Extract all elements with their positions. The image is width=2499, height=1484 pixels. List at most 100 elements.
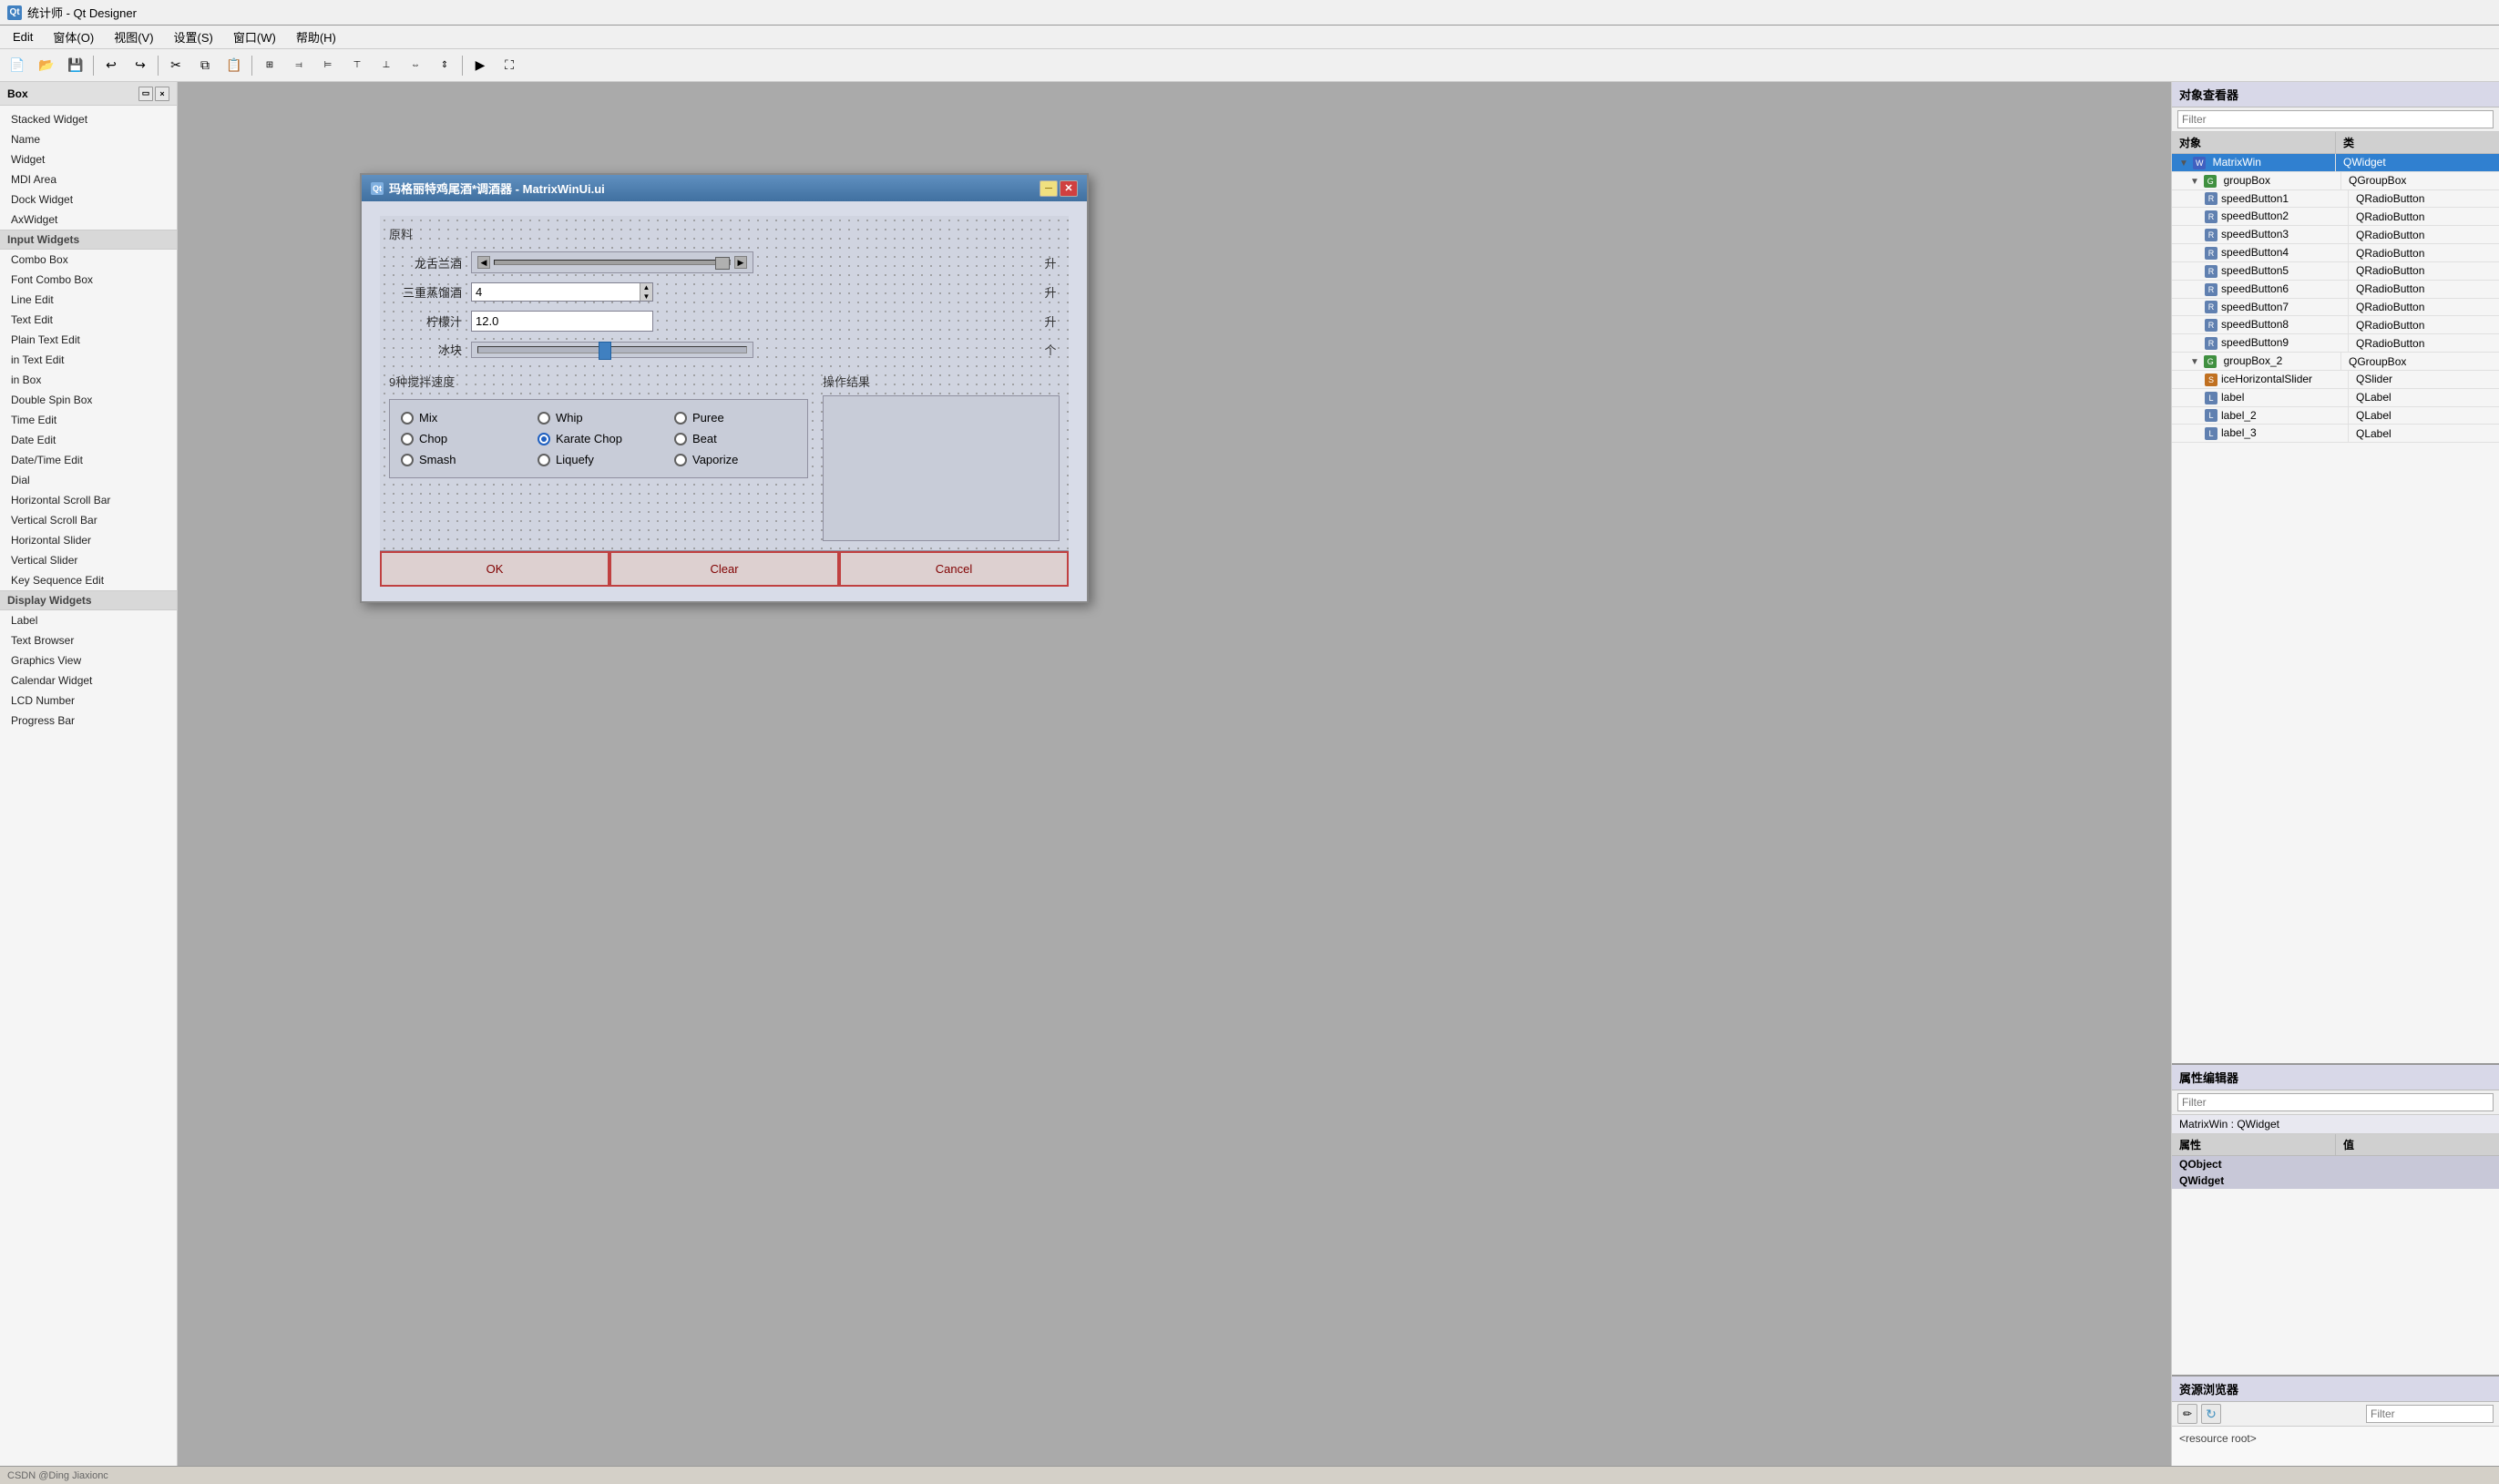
widget-text-browser[interactable]: Text Browser	[0, 630, 177, 650]
inspector-row-sb7[interactable]: RspeedButton7 QRadioButton	[2172, 299, 2499, 317]
inspector-row-sb1[interactable]: RspeedButton1 QRadioButton	[2172, 190, 2499, 209]
widget-name[interactable]: Name	[0, 129, 177, 149]
widget-double-spin[interactable]: Double Spin Box	[0, 390, 177, 410]
widget-date-edit[interactable]: Date Edit	[0, 430, 177, 450]
inspector-row-label3[interactable]: Llabel_3 QLabel	[2172, 425, 2499, 443]
inspector-row-sb6[interactable]: RspeedButton6 QRadioButton	[2172, 281, 2499, 299]
widget-mdi-area[interactable]: MDI Area	[0, 169, 177, 189]
radio-whip[interactable]: Whip	[538, 411, 660, 425]
widget-hslider[interactable]: Horizontal Slider	[0, 530, 177, 550]
ok-button[interactable]: OK	[380, 551, 609, 587]
resource-refresh-btn[interactable]: ↻	[2201, 1404, 2221, 1424]
widget-keyseq[interactable]: Key Sequence Edit	[0, 570, 177, 590]
toolbar-copy-btn[interactable]: ⧉	[191, 53, 219, 78]
inspector-row-matrixwin[interactable]: ▼ W MatrixWin QWidget	[2172, 154, 2499, 172]
radio-vaporize[interactable]: Vaporize	[674, 453, 796, 466]
widget-time-edit[interactable]: Time Edit	[0, 410, 177, 430]
toolbar-preview-btn[interactable]: ▶	[466, 53, 494, 78]
toolbar-dist-h-btn[interactable]: ⇔	[402, 53, 429, 78]
menu-window[interactable]: 窗口(W)	[224, 26, 285, 48]
toolbar-fullscreen-btn[interactable]: ⛶	[496, 53, 523, 78]
slider-left-arrow-1[interactable]: ◀	[477, 256, 490, 269]
toolbar-redo-btn[interactable]: ↪	[127, 53, 154, 78]
widget-progress[interactable]: Progress Bar	[0, 711, 177, 731]
slider-thumb-1[interactable]	[715, 257, 730, 270]
widget-stacked[interactable]: Stacked Widget	[0, 109, 177, 129]
slider-right-arrow-1[interactable]: ▶	[734, 256, 747, 269]
widget-label[interactable]: Label	[0, 610, 177, 630]
menu-settings[interactable]: 设置(S)	[165, 26, 222, 48]
widget-lcd[interactable]: LCD Number	[0, 691, 177, 711]
spinbox-input-2[interactable]: 4	[472, 283, 640, 301]
widget-ax[interactable]: AxWidget	[0, 210, 177, 230]
menu-view[interactable]: 视图(V)	[105, 26, 162, 48]
widget-dock[interactable]: Dock Widget	[0, 189, 177, 210]
widget-combo[interactable]: Combo Box	[0, 250, 177, 270]
widget-in-text-edit[interactable]: in Text Edit	[0, 350, 177, 370]
inspector-row-sb5[interactable]: RspeedButton5 QRadioButton	[2172, 262, 2499, 281]
resource-edit-btn[interactable]: ✏	[2177, 1404, 2197, 1424]
toolbar-align-left-btn[interactable]: ⫤	[285, 53, 312, 78]
widget-vscrollbar[interactable]: Vertical Scroll Bar	[0, 510, 177, 530]
toolbar-undo-btn[interactable]: ↩	[97, 53, 125, 78]
inspector-row-label[interactable]: Llabel QLabel	[2172, 389, 2499, 407]
radio-smash[interactable]: Smash	[401, 453, 523, 466]
widget-widget[interactable]: Widget	[0, 149, 177, 169]
radio-mix[interactable]: Mix	[401, 411, 523, 425]
widget-text-edit[interactable]: Text Edit	[0, 310, 177, 330]
ingredient-slider-1[interactable]: ◀ ▶	[471, 251, 753, 273]
ice-slider[interactable]	[471, 342, 753, 358]
widget-vslider[interactable]: Vertical Slider	[0, 550, 177, 570]
widget-datetime-edit[interactable]: Date/Time Edit	[0, 450, 177, 470]
toolbar-align-top-btn[interactable]: ⊤	[343, 53, 371, 78]
widget-in-box[interactable]: in Box	[0, 370, 177, 390]
spinbox-up-2[interactable]: ▲	[640, 283, 652, 292]
ice-track[interactable]	[477, 346, 747, 353]
toolbar-grid-btn[interactable]: ⊞	[256, 53, 283, 78]
radio-chop[interactable]: Chop	[401, 432, 523, 445]
inspector-row-sb2[interactable]: RspeedButton2 QRadioButton	[2172, 208, 2499, 226]
inspector-row-sb4[interactable]: RspeedButton4 QRadioButton	[2172, 244, 2499, 262]
inspector-filter-input[interactable]	[2177, 110, 2494, 128]
widget-calendar[interactable]: Calendar Widget	[0, 670, 177, 691]
toolbar-align-bottom-btn[interactable]: ⊥	[373, 53, 400, 78]
toolbar-align-right-btn[interactable]: ⊨	[314, 53, 342, 78]
inspector-row-groupbox[interactable]: ▼ G groupBox QGroupBox	[2172, 172, 2499, 190]
inspector-row-sb9[interactable]: RspeedButton9 QRadioButton	[2172, 334, 2499, 353]
radio-puree[interactable]: Puree	[674, 411, 796, 425]
radio-liquefy[interactable]: Liquefy	[538, 453, 660, 466]
toolbar-open-btn[interactable]: 📂	[33, 53, 60, 78]
menu-form[interactable]: 窗体(O)	[44, 26, 103, 48]
menu-help[interactable]: 帮助(H)	[287, 26, 345, 48]
widget-line-edit[interactable]: Line Edit	[0, 290, 177, 310]
dialog-close-btn[interactable]: ✕	[1060, 180, 1078, 197]
radio-karate-chop[interactable]: Karate Chop	[538, 432, 660, 445]
toolbar-paste-btn[interactable]: 📋	[220, 53, 248, 78]
menu-edit[interactable]: Edit	[4, 27, 42, 46]
panel-close-btn[interactable]: ×	[155, 87, 169, 101]
widget-font-combo[interactable]: Font Combo Box	[0, 270, 177, 290]
spinbox-2[interactable]: 4 ▲ ▼	[471, 282, 653, 302]
dialog-minimize-btn[interactable]: ─	[1040, 180, 1058, 197]
resource-filter-input[interactable]	[2366, 1405, 2494, 1423]
toolbar-new-btn[interactable]: 📄	[4, 53, 31, 78]
ice-thumb[interactable]	[599, 342, 611, 360]
clear-button[interactable]: Clear	[609, 551, 839, 587]
spinbox-down-2[interactable]: ▼	[640, 292, 652, 302]
widget-dial[interactable]: Dial	[0, 470, 177, 490]
widget-plain-text[interactable]: Plain Text Edit	[0, 330, 177, 350]
panel-restore-btn[interactable]: ▭	[138, 87, 153, 101]
lineedit-3[interactable]: 12.0	[471, 311, 653, 332]
toolbar-dist-v-btn[interactable]: ⇕	[431, 53, 458, 78]
inspector-row-sb8[interactable]: RspeedButton8 QRadioButton	[2172, 316, 2499, 334]
toolbar-cut-btn[interactable]: ✂	[162, 53, 189, 78]
inspector-row-label2[interactable]: Llabel_2 QLabel	[2172, 407, 2499, 425]
inspector-row-sb3[interactable]: RspeedButton3 QRadioButton	[2172, 226, 2499, 244]
inspector-row-ice-slider[interactable]: SiceHorizontalSlider QSlider	[2172, 371, 2499, 389]
widget-graphics-view[interactable]: Graphics View	[0, 650, 177, 670]
props-filter-input[interactable]	[2177, 1093, 2494, 1111]
cancel-button[interactable]: Cancel	[839, 551, 1069, 587]
widget-hscrollbar[interactable]: Horizontal Scroll Bar	[0, 490, 177, 510]
toolbar-save-btn[interactable]: 💾	[62, 53, 89, 78]
inspector-row-groupbox2[interactable]: ▼ G groupBox_2 QGroupBox	[2172, 353, 2499, 371]
